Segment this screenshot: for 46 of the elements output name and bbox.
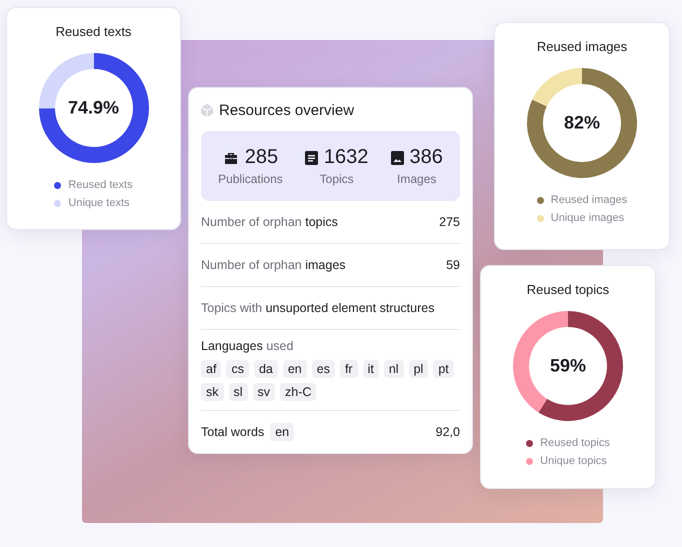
document-icon: [304, 150, 318, 164]
stat-label: Topics: [320, 172, 354, 186]
card-title: Reused texts: [56, 24, 132, 39]
card-title: Reused images: [536, 39, 628, 54]
image-icon: [390, 150, 404, 164]
card-title: Reused topics: [526, 282, 610, 297]
card-title: Resources overview: [219, 102, 354, 119]
language-tag: cs: [226, 360, 249, 378]
stat-label: Images: [397, 172, 436, 186]
stat-value: 1632: [324, 146, 368, 169]
stat-value: 285: [244, 146, 278, 169]
language-tag: es: [312, 360, 335, 378]
language-tag: zh-C: [280, 383, 316, 401]
language-tag: en: [270, 423, 294, 441]
row-label: Number of orphan images: [201, 258, 346, 272]
percentage-value: 74.9%: [66, 98, 120, 118]
legend-label: Unique topics: [540, 455, 607, 467]
cube-icon: [201, 104, 213, 117]
row-label: Languages used: [201, 339, 294, 353]
legend-label: Unique texts: [68, 197, 130, 209]
row-label: Number of orphan topics: [201, 215, 338, 229]
language-tag: en: [282, 360, 307, 378]
row-value: 275: [439, 215, 460, 229]
percentage-value: 82%: [562, 112, 602, 134]
language-tag: af: [201, 360, 222, 378]
percentage-value: 59%: [548, 356, 588, 376]
language-tag: pl: [408, 360, 428, 378]
legend-label: Unique images: [550, 212, 624, 224]
briefcase-icon: [222, 150, 239, 164]
language-tag: sv: [252, 383, 276, 401]
language-tag: it: [362, 360, 379, 378]
language-tag: nl: [384, 360, 404, 378]
legend-label: Reused topics: [540, 437, 610, 449]
row-label: Total words: [201, 425, 264, 439]
row-value: 92,0: [436, 425, 460, 439]
stat-value: 386: [410, 146, 443, 169]
language-tag: sk: [201, 383, 224, 401]
language-tag: fr: [340, 360, 358, 378]
row-label: Topics with unsuported element structures: [201, 301, 434, 315]
language-tag: sl: [228, 383, 248, 401]
stat-label: Publications: [218, 172, 283, 186]
legend-label: Reused images: [550, 194, 628, 206]
language-tag: pt: [433, 360, 454, 378]
row-value: 59: [446, 258, 460, 272]
language-tag: da: [254, 360, 278, 378]
legend-label: Reused texts: [68, 179, 133, 191]
